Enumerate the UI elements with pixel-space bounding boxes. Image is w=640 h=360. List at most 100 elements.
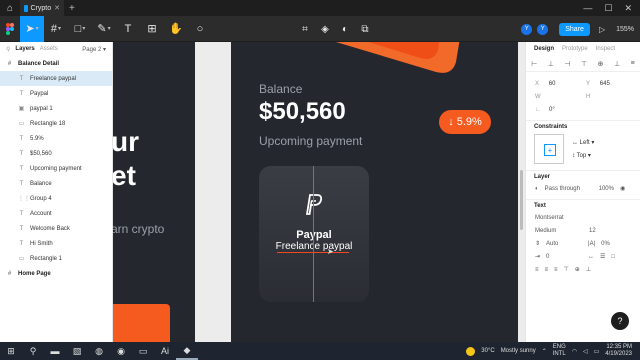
avatar[interactable]: Y (521, 23, 533, 35)
layer-item[interactable]: T Freelance paypal (0, 71, 112, 86)
battery-icon[interactable]: ▭ (594, 348, 600, 355)
list-icon[interactable]: ☰ (600, 253, 605, 260)
figma-taskbar-icon[interactable]: ◆ (176, 342, 198, 360)
terminal-icon[interactable]: ▭ (132, 342, 154, 360)
pen-tool-icon[interactable]: ✎ ▾ (92, 16, 116, 42)
help-button[interactable]: ? (611, 312, 629, 330)
layer-item[interactable]: # Home Page (0, 266, 112, 281)
x-field[interactable]: 60 (549, 81, 580, 87)
line-height-field[interactable]: Auto (546, 241, 582, 247)
figma-logo-icon[interactable] (0, 16, 20, 42)
move-tool-icon[interactable]: ➤ ▾ (20, 15, 44, 42)
windows-start-icon[interactable]: ⊞ (0, 342, 22, 360)
search-icon[interactable]: ⚲ (6, 46, 10, 53)
share-button[interactable]: Share (559, 22, 590, 36)
maximize-icon[interactable]: ☐ (604, 3, 612, 14)
y-field[interactable]: 645 (600, 81, 631, 87)
font-size-field[interactable]: 12 (589, 228, 596, 234)
tab-design[interactable]: Design (534, 46, 554, 52)
visibility-icon[interactable]: ◉ (620, 185, 625, 192)
mask-icon[interactable]: ◐ (336, 16, 354, 42)
text-tool-icon[interactable]: T (116, 16, 140, 42)
align-left-icon[interactable]: ⊢ (531, 60, 537, 68)
present-icon[interactable]: ▷ (599, 25, 605, 34)
comment-tool-icon[interactable]: ○ (188, 16, 212, 42)
layer-item[interactable]: ▭ Rectangle 1 (0, 251, 112, 266)
close-tab-icon[interactable]: ✕ (54, 4, 60, 12)
photos-icon[interactable]: ▧ (66, 342, 88, 360)
search-icon[interactable]: ⚲ (22, 342, 44, 360)
letter-spacing-field[interactable]: 0% (601, 241, 610, 247)
minimize-icon[interactable]: — (583, 3, 592, 14)
align-middle-icon[interactable]: ⊕ (598, 60, 604, 68)
volume-icon[interactable]: ◁ (583, 348, 588, 355)
frame-tool-icon[interactable]: # ▾ (44, 16, 68, 42)
tab-crypto[interactable]: Crypto ✕ (20, 0, 64, 16)
canvas[interactable]: ur et arn crypto Balance $50,560 Upcomin… (113, 42, 525, 342)
layer-item[interactable]: T Balance (0, 176, 112, 191)
constraint-widget[interactable]: + (534, 134, 564, 164)
blend-mode-select[interactable]: Pass through (545, 186, 593, 192)
align-center-h-icon[interactable]: ⊥ (548, 60, 554, 68)
component-icon[interactable]: ◈ (316, 16, 334, 42)
zoom-level[interactable]: 155% (616, 26, 634, 33)
font-family-select[interactable]: Montserrat (535, 215, 564, 221)
text-align-middle-icon[interactable]: ⊕ (575, 266, 580, 273)
home-page-frame[interactable]: ur et arn crypto (113, 42, 195, 342)
align-bottom-icon[interactable]: ⊥ (614, 60, 620, 68)
layer-item[interactable]: ▣ paypal 1 (0, 101, 112, 116)
text-align-bottom-icon[interactable]: ⊥ (586, 266, 591, 273)
layer-item[interactable]: T Account (0, 206, 112, 221)
clock[interactable]: 12:35 PM 4/19/2023 (605, 344, 632, 358)
layer-item[interactable]: ⋮⋮ Group 4 (0, 191, 112, 206)
auto-width-icon[interactable]: ↔ (588, 254, 594, 260)
layer-item[interactable]: ▭ Rectangle 18 (0, 116, 112, 131)
tab-assets[interactable]: Assets (40, 46, 58, 52)
paypal-card[interactable]: Paypal Freelance paypal (259, 166, 369, 302)
align-top-icon[interactable]: ⊤ (581, 60, 587, 68)
layer-item[interactable]: # Balance Detail (0, 56, 112, 71)
font-weight-select[interactable]: Medium (535, 228, 583, 234)
layer-item[interactable]: T Paypal (0, 86, 112, 101)
resources-icon[interactable]: ⊞ (140, 16, 164, 42)
tab-layers[interactable]: Layers (15, 46, 34, 52)
illustrator-icon[interactable]: Ai (154, 342, 176, 360)
text-box-icon[interactable]: □ (611, 254, 615, 260)
change-badge[interactable]: ↓ 5.9% (439, 110, 491, 134)
wifi-icon[interactable]: ◠ (572, 348, 577, 355)
crop-icon[interactable]: ⌗ (296, 16, 314, 42)
file-explorer-icon[interactable]: ▬ (44, 342, 66, 360)
text-align-center-icon[interactable]: ≡ (545, 267, 549, 273)
opacity-field[interactable]: 100% (599, 186, 614, 192)
rotation-field[interactable]: 0° (549, 107, 581, 113)
shape-tool-icon[interactable]: □ ▾ (68, 16, 92, 42)
avatar[interactable]: Y (537, 23, 549, 35)
boolean-icon[interactable]: ⧉ (356, 16, 374, 42)
layer-item[interactable]: T Welcome Back (0, 221, 112, 236)
layer-item[interactable]: T Upcoming payment (0, 161, 112, 176)
paragraph-spacing-field[interactable]: 0 (546, 254, 582, 260)
home-icon[interactable]: ⌂ (0, 0, 20, 16)
layer-item[interactable]: T $50,560 (0, 146, 112, 161)
page-selector[interactable]: Page 2 ▾ (82, 46, 106, 53)
text-align-left-icon[interactable]: ≡ (535, 267, 539, 273)
canvas-scrollbar[interactable] (520, 170, 523, 230)
constraint-vertical[interactable]: ↕ Top ▾ (572, 152, 594, 159)
tab-inspect[interactable]: Inspect (596, 46, 615, 52)
chrome-icon[interactable]: ◍ (88, 342, 110, 360)
cta-button[interactable] (113, 304, 170, 342)
layer-item[interactable]: T Hi Smith (0, 236, 112, 251)
align-right-icon[interactable]: ⊣ (564, 60, 570, 68)
close-window-icon[interactable]: ✕ (624, 3, 632, 14)
tab-prototype[interactable]: Prototype (562, 46, 588, 52)
chevron-up-icon[interactable]: ⌃ (542, 348, 547, 355)
hand-tool-icon[interactable]: ✋ (164, 16, 188, 42)
layer-item[interactable]: T 5.9% (0, 131, 112, 146)
language-indicator[interactable]: ENG INTL (553, 344, 566, 358)
text-align-right-icon[interactable]: ≡ (554, 267, 558, 273)
constraint-horizontal[interactable]: ↔ Left ▾ (572, 139, 594, 146)
firefox-icon[interactable]: ◉ (110, 342, 132, 360)
distribute-icon[interactable]: ≡ (631, 60, 635, 67)
balance-detail-frame[interactable]: Balance $50,560 Upcoming payment ↓ 5.9% … (231, 42, 518, 342)
text-align-top-icon[interactable]: ⊤ (564, 266, 569, 273)
